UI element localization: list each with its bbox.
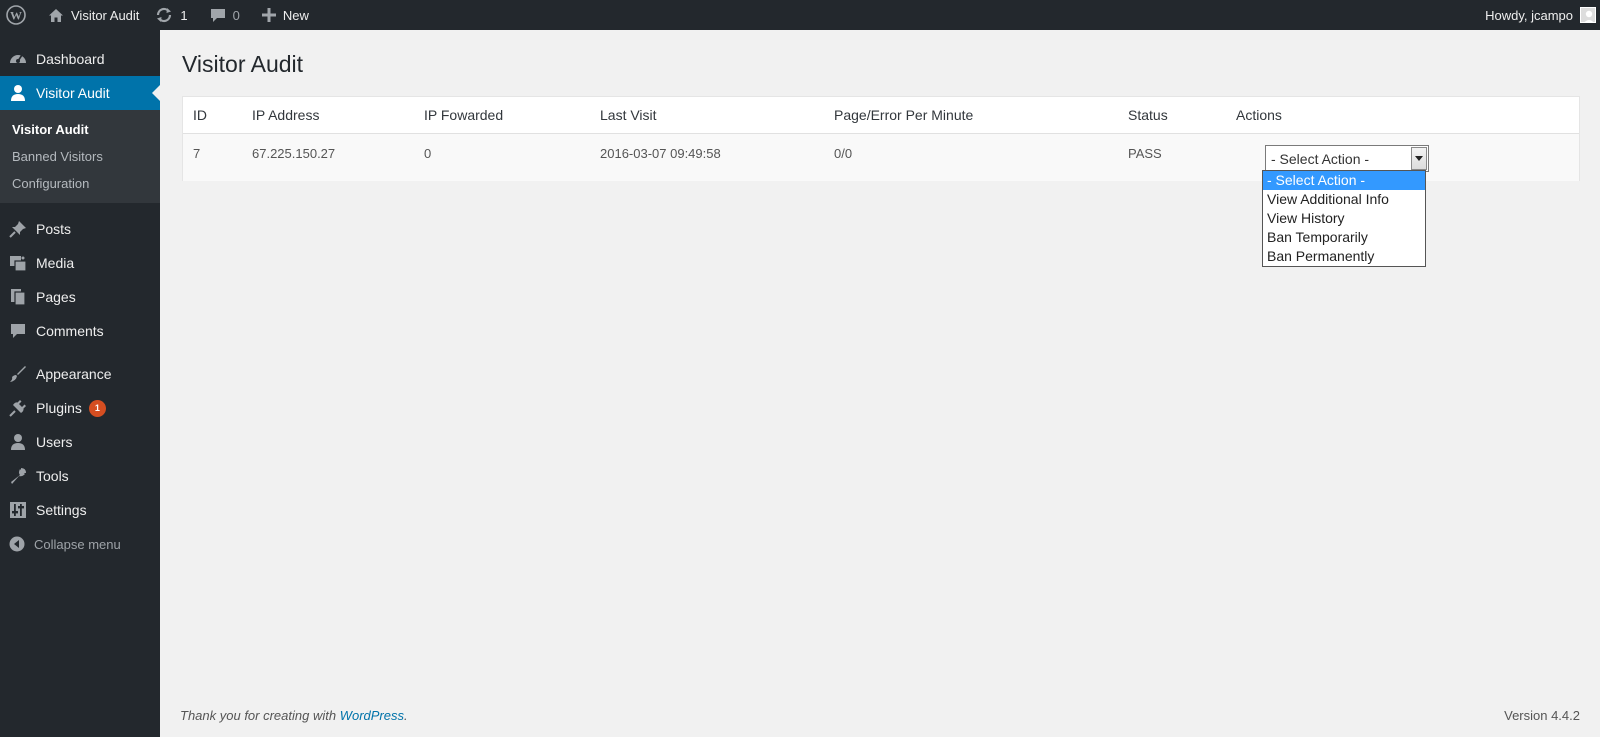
option-select-action[interactable]: - Select Action - xyxy=(1263,171,1425,190)
footer-thanks-text: Thank you for creating with xyxy=(180,708,340,723)
updates-count: 1 xyxy=(180,7,188,23)
plugins-update-badge: 1 xyxy=(88,399,106,417)
table-header: ID IP Address IP Fowarded Last Visit Pag… xyxy=(183,97,1579,134)
menu-label: Tools xyxy=(36,468,69,484)
new-label: New xyxy=(282,7,309,23)
menu-item-posts[interactable]: Posts xyxy=(0,212,160,246)
user-icon xyxy=(8,83,28,103)
menu-item-settings[interactable]: Settings xyxy=(0,493,160,527)
cell-status: PASS xyxy=(1128,146,1162,161)
collapse-menu-button[interactable]: Collapse menu xyxy=(0,527,160,561)
column-header-ip-address: IP Address xyxy=(252,107,320,123)
comments-count: 0 xyxy=(232,7,240,23)
column-header-ip-forwarded: IP Fowarded xyxy=(424,107,504,123)
menu-label: Appearance xyxy=(36,366,112,382)
svg-text:W: W xyxy=(10,9,22,23)
cell-page-error-rate: 0/0 xyxy=(834,146,853,161)
collapse-arrow-icon xyxy=(8,535,26,553)
menu-item-appearance[interactable]: Appearance xyxy=(0,357,160,391)
new-content-link[interactable]: New xyxy=(248,0,317,30)
updates-link[interactable]: 1 xyxy=(147,0,195,30)
menu-item-tools[interactable]: Tools xyxy=(0,459,160,493)
home-icon xyxy=(48,8,64,23)
plug-icon xyxy=(8,398,28,418)
cell-last-visit: 2016-03-07 09:49:58 xyxy=(600,146,721,161)
menu-label: Users xyxy=(36,434,73,450)
submenu-item-visitor-audit[interactable]: Visitor Audit xyxy=(0,116,160,143)
menu-item-users[interactable]: Users xyxy=(0,425,160,459)
cell-ip-forwarded: 0 xyxy=(424,146,432,161)
site-name-link[interactable]: Visitor Audit xyxy=(34,0,147,30)
pages-icon xyxy=(8,287,28,307)
option-ban-temporarily[interactable]: Ban Temporarily xyxy=(1263,228,1425,247)
menu-label: Dashboard xyxy=(36,51,105,67)
option-ban-permanently[interactable]: Ban Permanently xyxy=(1263,247,1425,266)
collapse-menu-label: Collapse menu xyxy=(34,536,121,552)
dashboard-icon xyxy=(8,49,28,69)
my-account-link[interactable]: Howdy, jcampo xyxy=(1477,0,1600,30)
menu-item-plugins[interactable]: Plugins 1 xyxy=(0,391,160,425)
site-name-label: Visitor Audit xyxy=(71,7,140,23)
visitor-audit-submenu: Visitor Audit Banned Visitors Configurat… xyxy=(0,110,160,203)
column-header-actions: Actions xyxy=(1236,107,1282,123)
column-header-id: ID xyxy=(193,107,207,123)
visitor-table: ID IP Address IP Fowarded Last Visit Pag… xyxy=(182,96,1580,181)
admin-bar: W Visitor Audit 1 0 New Howdy, jcampo xyxy=(0,0,1600,30)
option-view-additional-info[interactable]: View Additional Info xyxy=(1263,190,1425,209)
wordpress-logo-icon: W xyxy=(6,5,26,25)
updates-icon xyxy=(155,7,173,23)
page-title: Visitor Audit xyxy=(182,51,304,77)
admin-sidebar: Dashboard Visitor Audit Visitor Audit Ba… xyxy=(0,30,160,737)
media-icon xyxy=(8,253,28,273)
menu-item-media[interactable]: Media xyxy=(0,246,160,280)
column-header-page-error-rate: Page/Error Per Minute xyxy=(834,107,974,123)
menu-label: Settings xyxy=(36,502,87,518)
users-icon xyxy=(8,432,28,452)
menu-label: Pages xyxy=(36,289,76,305)
action-select-value: - Select Action - xyxy=(1271,151,1370,167)
cell-id: 7 xyxy=(193,146,201,161)
menu-item-dashboard[interactable]: Dashboard xyxy=(0,42,160,76)
plus-icon xyxy=(261,8,276,22)
comment-icon xyxy=(8,321,28,341)
wrench-icon xyxy=(8,466,28,486)
menu-item-visitor-audit[interactable]: Visitor Audit xyxy=(0,76,160,110)
footer-thanks: Thank you for creating with WordPress. xyxy=(180,708,408,723)
menu-item-comments[interactable]: Comments xyxy=(0,314,160,348)
main-content: Visitor Audit ID IP Address IP Fowarded … xyxy=(160,30,1600,737)
column-header-last-visit: Last Visit xyxy=(600,107,657,123)
action-select[interactable]: - Select Action - xyxy=(1265,145,1429,172)
menu-label: Plugins xyxy=(36,400,82,416)
sliders-icon xyxy=(8,500,28,520)
pin-icon xyxy=(8,219,28,239)
comments-link[interactable]: 0 xyxy=(196,0,248,30)
comment-bubble-icon xyxy=(210,7,226,23)
submenu-item-configuration[interactable]: Configuration xyxy=(0,170,160,197)
cell-ip-address: 67.225.150.27 xyxy=(252,146,336,161)
option-view-history[interactable]: View History xyxy=(1263,209,1425,228)
action-options-list: - Select Action - View Additional Info V… xyxy=(1262,170,1426,267)
dropdown-arrow-icon[interactable] xyxy=(1411,147,1427,170)
menu-label: Comments xyxy=(36,323,104,339)
avatar xyxy=(1580,7,1596,23)
menu-item-pages[interactable]: Pages xyxy=(0,280,160,314)
wordpress-link[interactable]: WordPress xyxy=(340,708,404,723)
footer-thanks-suffix: . xyxy=(404,708,408,723)
wordpress-logo-button[interactable]: W xyxy=(0,0,34,30)
menu-label: Media xyxy=(36,255,75,271)
menu-label: Visitor Audit xyxy=(36,85,110,101)
column-header-status: Status xyxy=(1128,107,1168,123)
brush-icon xyxy=(8,364,28,384)
menu-label: Posts xyxy=(36,221,72,237)
howdy-label: Howdy, jcampo xyxy=(1485,7,1573,23)
submenu-item-banned-visitors[interactable]: Banned Visitors xyxy=(0,143,160,170)
footer-version: Version 4.4.2 xyxy=(1504,708,1580,723)
